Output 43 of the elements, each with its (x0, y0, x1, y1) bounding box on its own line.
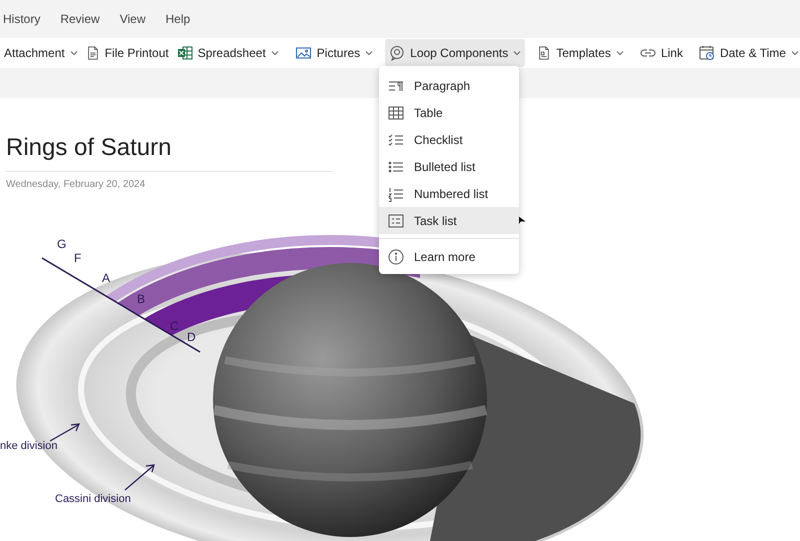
annotation-label: Cassini division (55, 493, 131, 505)
menu-item[interactable]: Task list (379, 207, 519, 234)
toolbar-button[interactable]: File Printout (82, 39, 173, 67)
calendar-clock-icon (698, 45, 715, 61)
toolbar-button[interactable]: Loop Components (385, 39, 526, 67)
numbered-list-icon (388, 186, 404, 202)
task-list-icon (388, 212, 404, 228)
toolbar-button[interactable]: Spreadsheet (172, 39, 283, 67)
toolbar-button[interactable]: Date & Time (694, 39, 800, 67)
menu-item[interactable]: Table (379, 99, 519, 126)
menu-item[interactable]: Checklist (379, 126, 519, 153)
menu-item[interactable]: View (120, 10, 146, 28)
menu-item[interactable]: Review (60, 10, 100, 28)
menu-item[interactable]: Paragraph (379, 72, 519, 99)
ring-label: G (57, 237, 66, 251)
loop-icon (389, 45, 406, 61)
annotation-label: nke division (0, 440, 58, 452)
toolbar-button[interactable]: Link (636, 39, 687, 67)
menu-item[interactable]: Bulleted list (379, 153, 519, 180)
checklist-icon (388, 132, 404, 148)
document-icon (86, 45, 100, 61)
table-icon (388, 104, 404, 120)
info-icon (388, 248, 404, 264)
menu-item[interactable]: Learn more (379, 243, 519, 270)
picture-icon (294, 45, 312, 61)
leader-line (50, 423, 80, 442)
page-date: Wednesday, February 20, 2024 (6, 178, 146, 192)
menu-item[interactable]: Numbered list (379, 180, 519, 207)
menu-item[interactable]: History (3, 10, 40, 28)
ring-label: D (187, 330, 196, 344)
ring-label: F (74, 251, 82, 265)
ring-label: C (170, 319, 179, 333)
template-icon (537, 45, 552, 61)
leader-line (124, 464, 155, 490)
menu-item[interactable]: Help (166, 10, 190, 28)
bulleted-list-icon (388, 158, 404, 174)
spreadsheet-icon (176, 45, 193, 61)
toolbar-button[interactable]: Templates (533, 39, 628, 67)
ring-label: B (137, 292, 146, 306)
ring-label: A (102, 271, 110, 285)
toolbar-button[interactable]: Pictures (290, 39, 378, 67)
page-title: Rings of Saturn (6, 136, 172, 160)
toolbar-button[interactable]: Attachment (0, 39, 82, 67)
